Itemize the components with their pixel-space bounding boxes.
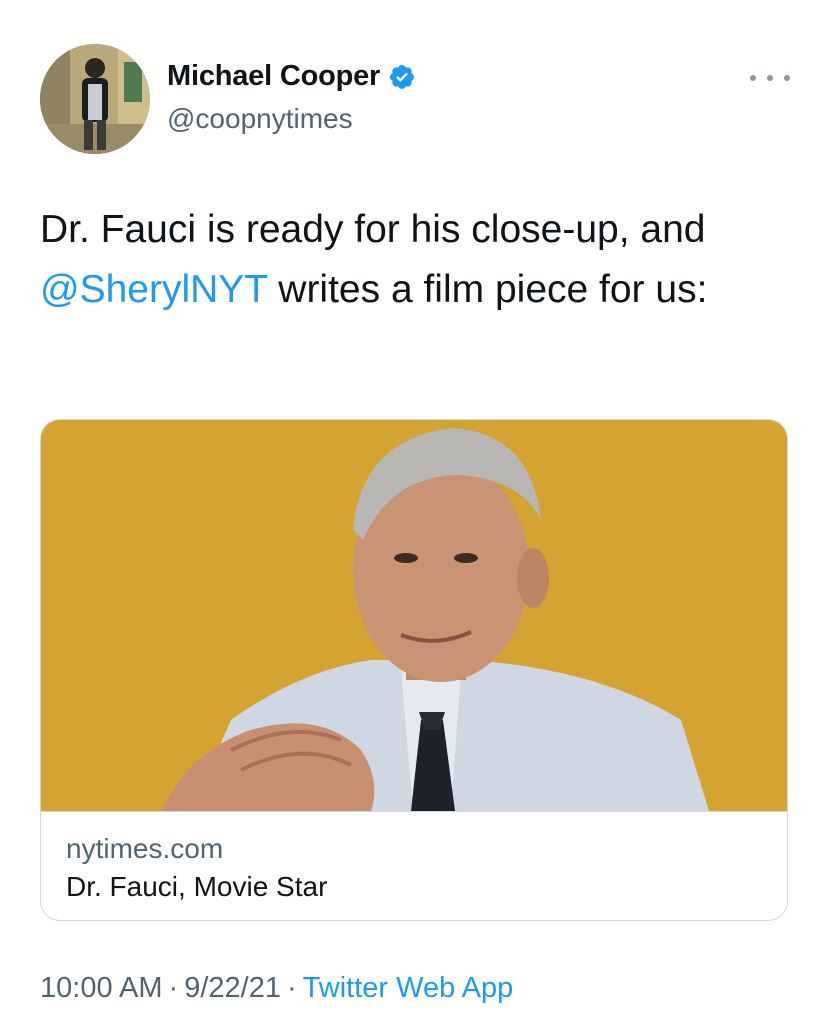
card-divider bbox=[41, 811, 787, 812]
author-name-text: Michael Cooper bbox=[167, 60, 381, 92]
tweet-text: Dr. Fauci is ready for his close-up, and… bbox=[40, 200, 800, 320]
link-card[interactable]: nytimes.com Dr. Fauci, Movie Star bbox=[40, 419, 788, 921]
author-name[interactable]: Michael Cooper bbox=[167, 60, 416, 93]
avatar[interactable] bbox=[40, 44, 150, 154]
tweet-date[interactable]: 9/22/21 bbox=[184, 972, 281, 1004]
card-title[interactable]: Dr. Fauci, Movie Star bbox=[66, 871, 327, 903]
verified-badge-icon bbox=[388, 63, 416, 91]
card-image[interactable] bbox=[41, 420, 787, 811]
more-options-icon[interactable] bbox=[750, 66, 790, 90]
tweet-meta: 10:00 AM · 9/22/21 · Twitter Web App bbox=[40, 972, 513, 1005]
meta-separator-2: · bbox=[286, 972, 297, 1004]
card-domain: nytimes.com bbox=[66, 833, 224, 864]
tweet-source[interactable]: Twitter Web App bbox=[303, 972, 514, 1004]
tweet-text-end: writes a film piece for us: bbox=[267, 268, 708, 311]
tweet-time[interactable]: 10:00 AM bbox=[40, 972, 163, 1004]
mention-link[interactable]: @SherylNYT bbox=[40, 268, 267, 311]
tweet-text-start: Dr. Fauci is ready for his close-up, and bbox=[40, 208, 706, 251]
tweet: Michael Cooper @coopnytimes Dr. Fauci is… bbox=[0, 0, 828, 1036]
meta-separator: · bbox=[168, 972, 179, 1004]
portrait-photo bbox=[41, 420, 787, 811]
author-handle[interactable]: @coopnytimes bbox=[167, 103, 353, 135]
avatar-image bbox=[40, 44, 150, 154]
